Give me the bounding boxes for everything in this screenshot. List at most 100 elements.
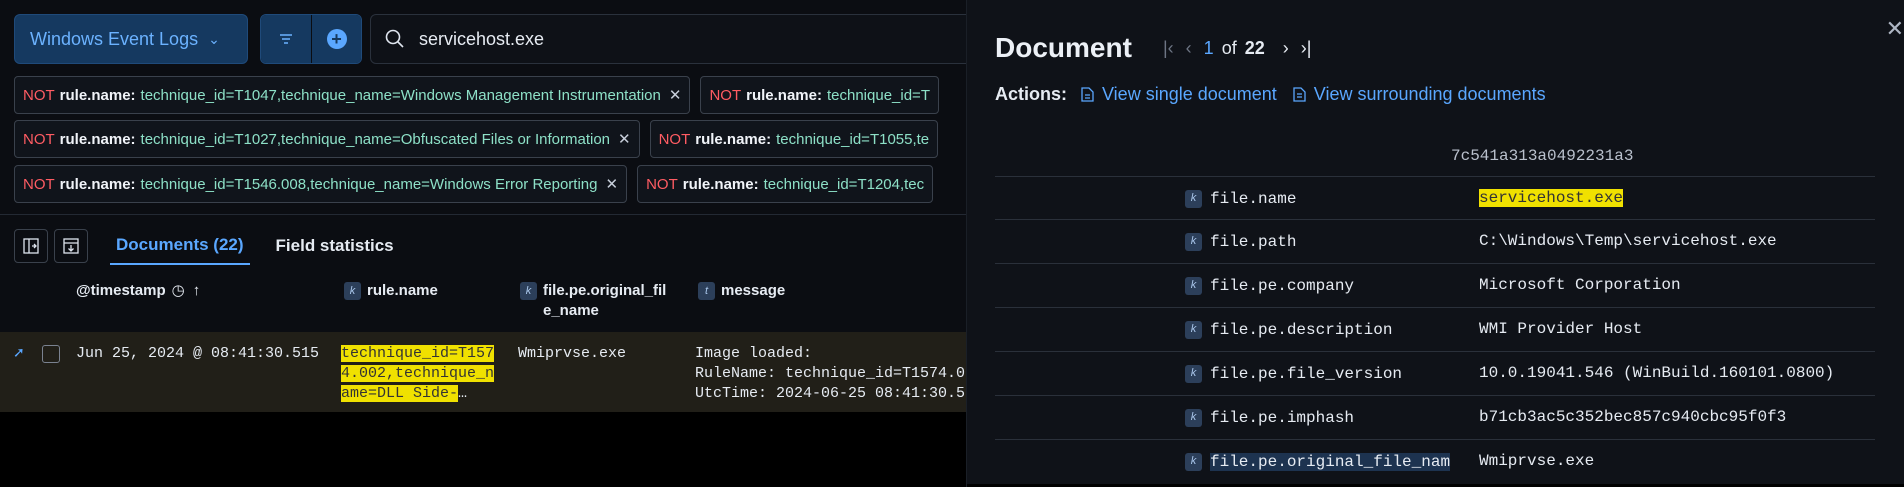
field-row[interactable]: k file.pe.description WMI Provider Host (995, 308, 1875, 352)
field-name: k file.pe.imphash (1185, 408, 1354, 427)
message-line: Image loaded: (695, 345, 813, 362)
filter-pill[interactable]: NOT rule.name: technique_id=T1204,tec (637, 165, 934, 203)
first-page-icon[interactable]: |‹ (1163, 38, 1174, 59)
field-name-text: file.pe.description (1210, 320, 1393, 339)
filter-lines-icon (280, 34, 292, 44)
field-value: Microsoft Corporation (1479, 276, 1681, 294)
field-name-text: file.path (1210, 232, 1297, 251)
filter-negation: NOT (658, 130, 691, 148)
data-view-selector[interactable]: Windows Event Logs ⌄ (14, 14, 248, 64)
filter-pill[interactable]: NOT rule.name: technique_id=T1047,techni… (14, 76, 691, 114)
add-filter-button[interactable]: + (311, 15, 361, 63)
discover-panel: Windows Event Logs ⌄ + servicehost.exe N… (0, 0, 966, 487)
keyword-type-icon: k (1185, 190, 1202, 208)
close-icon[interactable]: ✕ (669, 86, 682, 104)
pager-of: of (1221, 38, 1237, 58)
data-view-label: Windows Event Logs (30, 28, 199, 49)
filter-negation: NOT (23, 86, 55, 104)
toggle-sidebar-button[interactable] (14, 229, 48, 263)
column-header-message[interactable]: t message (698, 281, 785, 301)
field-name-text: file.pe.imphash (1210, 408, 1355, 427)
filter-negation: NOT (646, 175, 678, 193)
column-header-timestamp[interactable]: @timestamp ◷ ↑ (76, 281, 200, 301)
field-name: k file.pe.file_version (1185, 364, 1402, 383)
filter-value: technique_id=T1055,te (776, 130, 930, 148)
filter-field: rule.name: (682, 175, 759, 193)
clock-icon: ◷ (171, 282, 185, 299)
next-page-icon[interactable]: › (1283, 38, 1289, 59)
close-icon[interactable]: ✕ (618, 130, 631, 148)
last-page-icon[interactable]: ›| (1301, 38, 1312, 59)
filter-controls: + (260, 14, 362, 64)
filter-field: rule.name: (746, 86, 822, 104)
filter-pill[interactable]: NOT rule.name: technique_id=T (700, 76, 939, 114)
tab-documents[interactable]: Documents (22) (110, 227, 250, 265)
tab-field-statistics[interactable]: Field statistics (270, 228, 400, 264)
field-name: k file.name (1185, 189, 1296, 208)
redacted-area (0, 412, 966, 487)
rule-name-cell: technique_id=T157 4.002,technique_n ame=… (341, 344, 501, 404)
field-row[interactable]: k file.pe.file_version 10.0.19041.546 (Wi… (995, 352, 1875, 396)
message-cell: Image loaded: RuleName: technique_id=T15… (695, 344, 965, 404)
total-pages: 22 (1244, 38, 1265, 58)
keyword-type-icon: k (1185, 233, 1202, 251)
message-line: UtcTime: 2024-06-25 08:41:30.5 (695, 385, 966, 402)
expand-document-icon[interactable]: ➚ (13, 344, 25, 361)
highlighted-text: technique_id=T157 (341, 345, 495, 362)
timestamp-cell: Jun 25, 2024 @ 08:41:30.515 (76, 345, 320, 362)
current-page: 1 (1203, 38, 1214, 58)
highlighted-text: servicehost.exe (1479, 189, 1624, 207)
flyout-actions: Actions: View single document View surro… (995, 84, 1562, 105)
keyword-type-icon: k (344, 282, 361, 300)
sort-ascending-icon[interactable]: ↑ (193, 281, 201, 301)
document-flyout: Document |‹ ‹ 1 of 22 › ›| ✕ Actions: Vi… (966, 0, 1904, 487)
filter-value: technique_id=T1027,technique_name=Obfusc… (140, 130, 610, 148)
link-label: View surrounding documents (1313, 84, 1546, 104)
keyword-type-icon: k (1185, 321, 1202, 339)
field-row[interactable]: k file.path C:\Windows\Temp\servicehost.e… (995, 220, 1875, 264)
field-row[interactable]: k file.name servicehost.exe (995, 176, 1875, 220)
view-surrounding-documents-link[interactable]: View surrounding documents (1293, 84, 1546, 105)
filter-value: technique_id=T1546.008,technique_name=Wi… (140, 175, 598, 193)
column-label: rule.name (367, 282, 438, 299)
close-icon[interactable]: ✕ (1886, 16, 1904, 42)
column-label: message (721, 282, 786, 299)
field-name-text: file.pe.company (1210, 276, 1355, 295)
field-name-text: file.pe.file_version (1210, 364, 1403, 383)
filter-field: rule.name: (59, 86, 136, 104)
row-checkbox[interactable] (42, 345, 60, 363)
filter-pill[interactable]: NOT rule.name: technique_id=T1546.008,te… (14, 165, 628, 203)
field-row[interactable]: k file.pe.original_file_nam Wmiprvse.exe (995, 440, 1875, 484)
filter-field: rule.name: (59, 175, 136, 193)
filter-row: NOT rule.name: technique_id=T1047,techni… (14, 76, 939, 114)
filter-pill[interactable]: NOT rule.name: technique_id=T1027,techni… (14, 120, 640, 158)
field-value: Wmiprvse.exe (1479, 452, 1595, 470)
export-button[interactable] (54, 229, 88, 263)
field-name-text: file.name (1210, 189, 1297, 208)
column-label: file.pe.original_fil e_name (543, 282, 667, 319)
filter-value: technique_id=T (826, 86, 930, 104)
view-single-document-link[interactable]: View single document (1081, 84, 1277, 105)
field-row[interactable]: k file.pe.imphash b71cb3ac5c352bec857c940… (995, 396, 1875, 440)
document-icon (1081, 87, 1094, 102)
filter-menu-button[interactable] (261, 15, 311, 63)
table-download-icon (63, 238, 79, 254)
keyword-type-icon: k (1185, 365, 1202, 383)
previous-page-icon[interactable]: ‹ (1186, 38, 1192, 59)
keyword-type-icon: k (1185, 453, 1202, 471)
field-name: k file.pe.company (1185, 276, 1354, 295)
filter-negation: NOT (709, 86, 742, 104)
truncation-ellipsis: … (458, 385, 468, 402)
close-icon[interactable]: ✕ (606, 175, 619, 193)
field-value: WMI Provider Host (1479, 320, 1643, 338)
column-header-original-file-name[interactable]: k file.pe.original_fil e_name (520, 281, 680, 321)
keyword-type-icon: k (1185, 409, 1202, 427)
filter-pill[interactable]: NOT rule.name: technique_id=T1055,te (649, 120, 939, 158)
original-file-cell: Wmiprvse.exe (518, 345, 627, 362)
column-header-rule-name[interactable]: k rule.name (344, 281, 438, 301)
divider (0, 214, 966, 215)
search-input[interactable]: servicehost.exe (370, 14, 966, 64)
keyword-type-icon: k (520, 282, 537, 300)
field-row[interactable]: k file.pe.company Microsoft Corporation (995, 264, 1875, 308)
field-value: C:\Windows\Temp\servicehost.exe (1479, 232, 1777, 250)
